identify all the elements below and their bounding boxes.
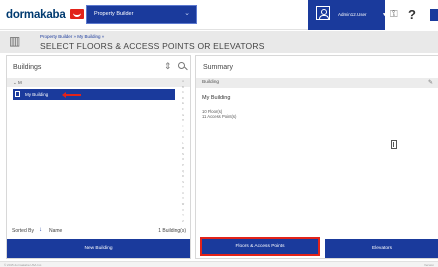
status-bar: © 2015 dormakaba USA Inc. Version (0, 261, 438, 267)
page-header: ▥ Property Builder » My Building » SELEC… (0, 31, 438, 53)
building-icon (391, 140, 397, 149)
building-icon: ▥ (9, 34, 21, 48)
new-building-button[interactable]: New Building (7, 239, 190, 258)
copyright-text: © 2015 dormakaba USA Inc. (4, 263, 43, 267)
elevators-button[interactable]: Elevators (325, 239, 438, 258)
property-selector-value: Property Builder (94, 11, 134, 17)
search-icon[interactable] (178, 62, 185, 69)
help-icon[interactable]: ? (408, 7, 416, 22)
menu-edge-icon[interactable] (430, 9, 438, 21)
top-bar: dormakaba Property Builder ⌄ Admin12.Use… (0, 0, 438, 30)
sorted-by-value[interactable]: Name (49, 228, 62, 234)
summary-access-point-count: 11 Access Point(s) (202, 114, 237, 119)
alphabet-index-letter[interactable]: Z (179, 219, 187, 225)
summary-panel-title: Summary (203, 64, 233, 71)
buildings-panel: Buildings ⇕ ⌄ M My Building ABCDEFGHIJKL… (6, 55, 191, 259)
sort-icon[interactable]: ⇕ (164, 61, 172, 72)
group-header: ⌄ M (7, 78, 190, 87)
list-item[interactable]: My Building (13, 89, 175, 100)
sorted-by-label: Sorted By (12, 228, 34, 234)
floors-access-points-button[interactable]: Floors & Access Points (200, 237, 320, 256)
summary-panel: Summary Building ✎ My Building 10 Floor(… (195, 55, 438, 259)
edit-icon[interactable]: ✎ (428, 79, 433, 86)
property-selector[interactable]: Property Builder ⌄ (86, 5, 197, 24)
toolbar-icons: ⚿ ? (385, 0, 438, 30)
user-icon[interactable] (316, 6, 330, 20)
building-icon (15, 91, 20, 97)
dormakaba-logo: dormakaba (6, 9, 66, 21)
alphabet-index[interactable]: ABCDEFGHIJKLMNOPQRSTUVWXYZ (179, 79, 187, 229)
group-header-label: ⌄ M (13, 80, 22, 85)
version-text: Version (423, 263, 434, 267)
chevron-down-icon: ⌄ (184, 10, 190, 17)
building-count: 1 Building(s) (158, 228, 186, 234)
summary-section-header: Building ✎ (196, 78, 438, 88)
buildings-footer: Sorted By ↓ Name 1 Building(s) (7, 227, 190, 237)
page-title: SELECT FLOORS & ACCESS POINTS OR ELEVATO… (40, 41, 265, 51)
building-name: My Building (25, 92, 49, 97)
breadcrumb[interactable]: Property Builder » My Building » (40, 34, 104, 39)
summary-section-label: Building (202, 80, 220, 85)
summary-building-name: My Building (202, 95, 231, 101)
user-name[interactable]: Admin12.User (338, 12, 367, 17)
buildings-panel-title: Buildings (13, 64, 42, 71)
key-icon[interactable]: ⚿ (390, 9, 398, 20)
annotation-arrow (65, 94, 81, 96)
logo-mark-icon (70, 9, 84, 19)
sort-order-icon[interactable]: ↓ (39, 227, 42, 233)
